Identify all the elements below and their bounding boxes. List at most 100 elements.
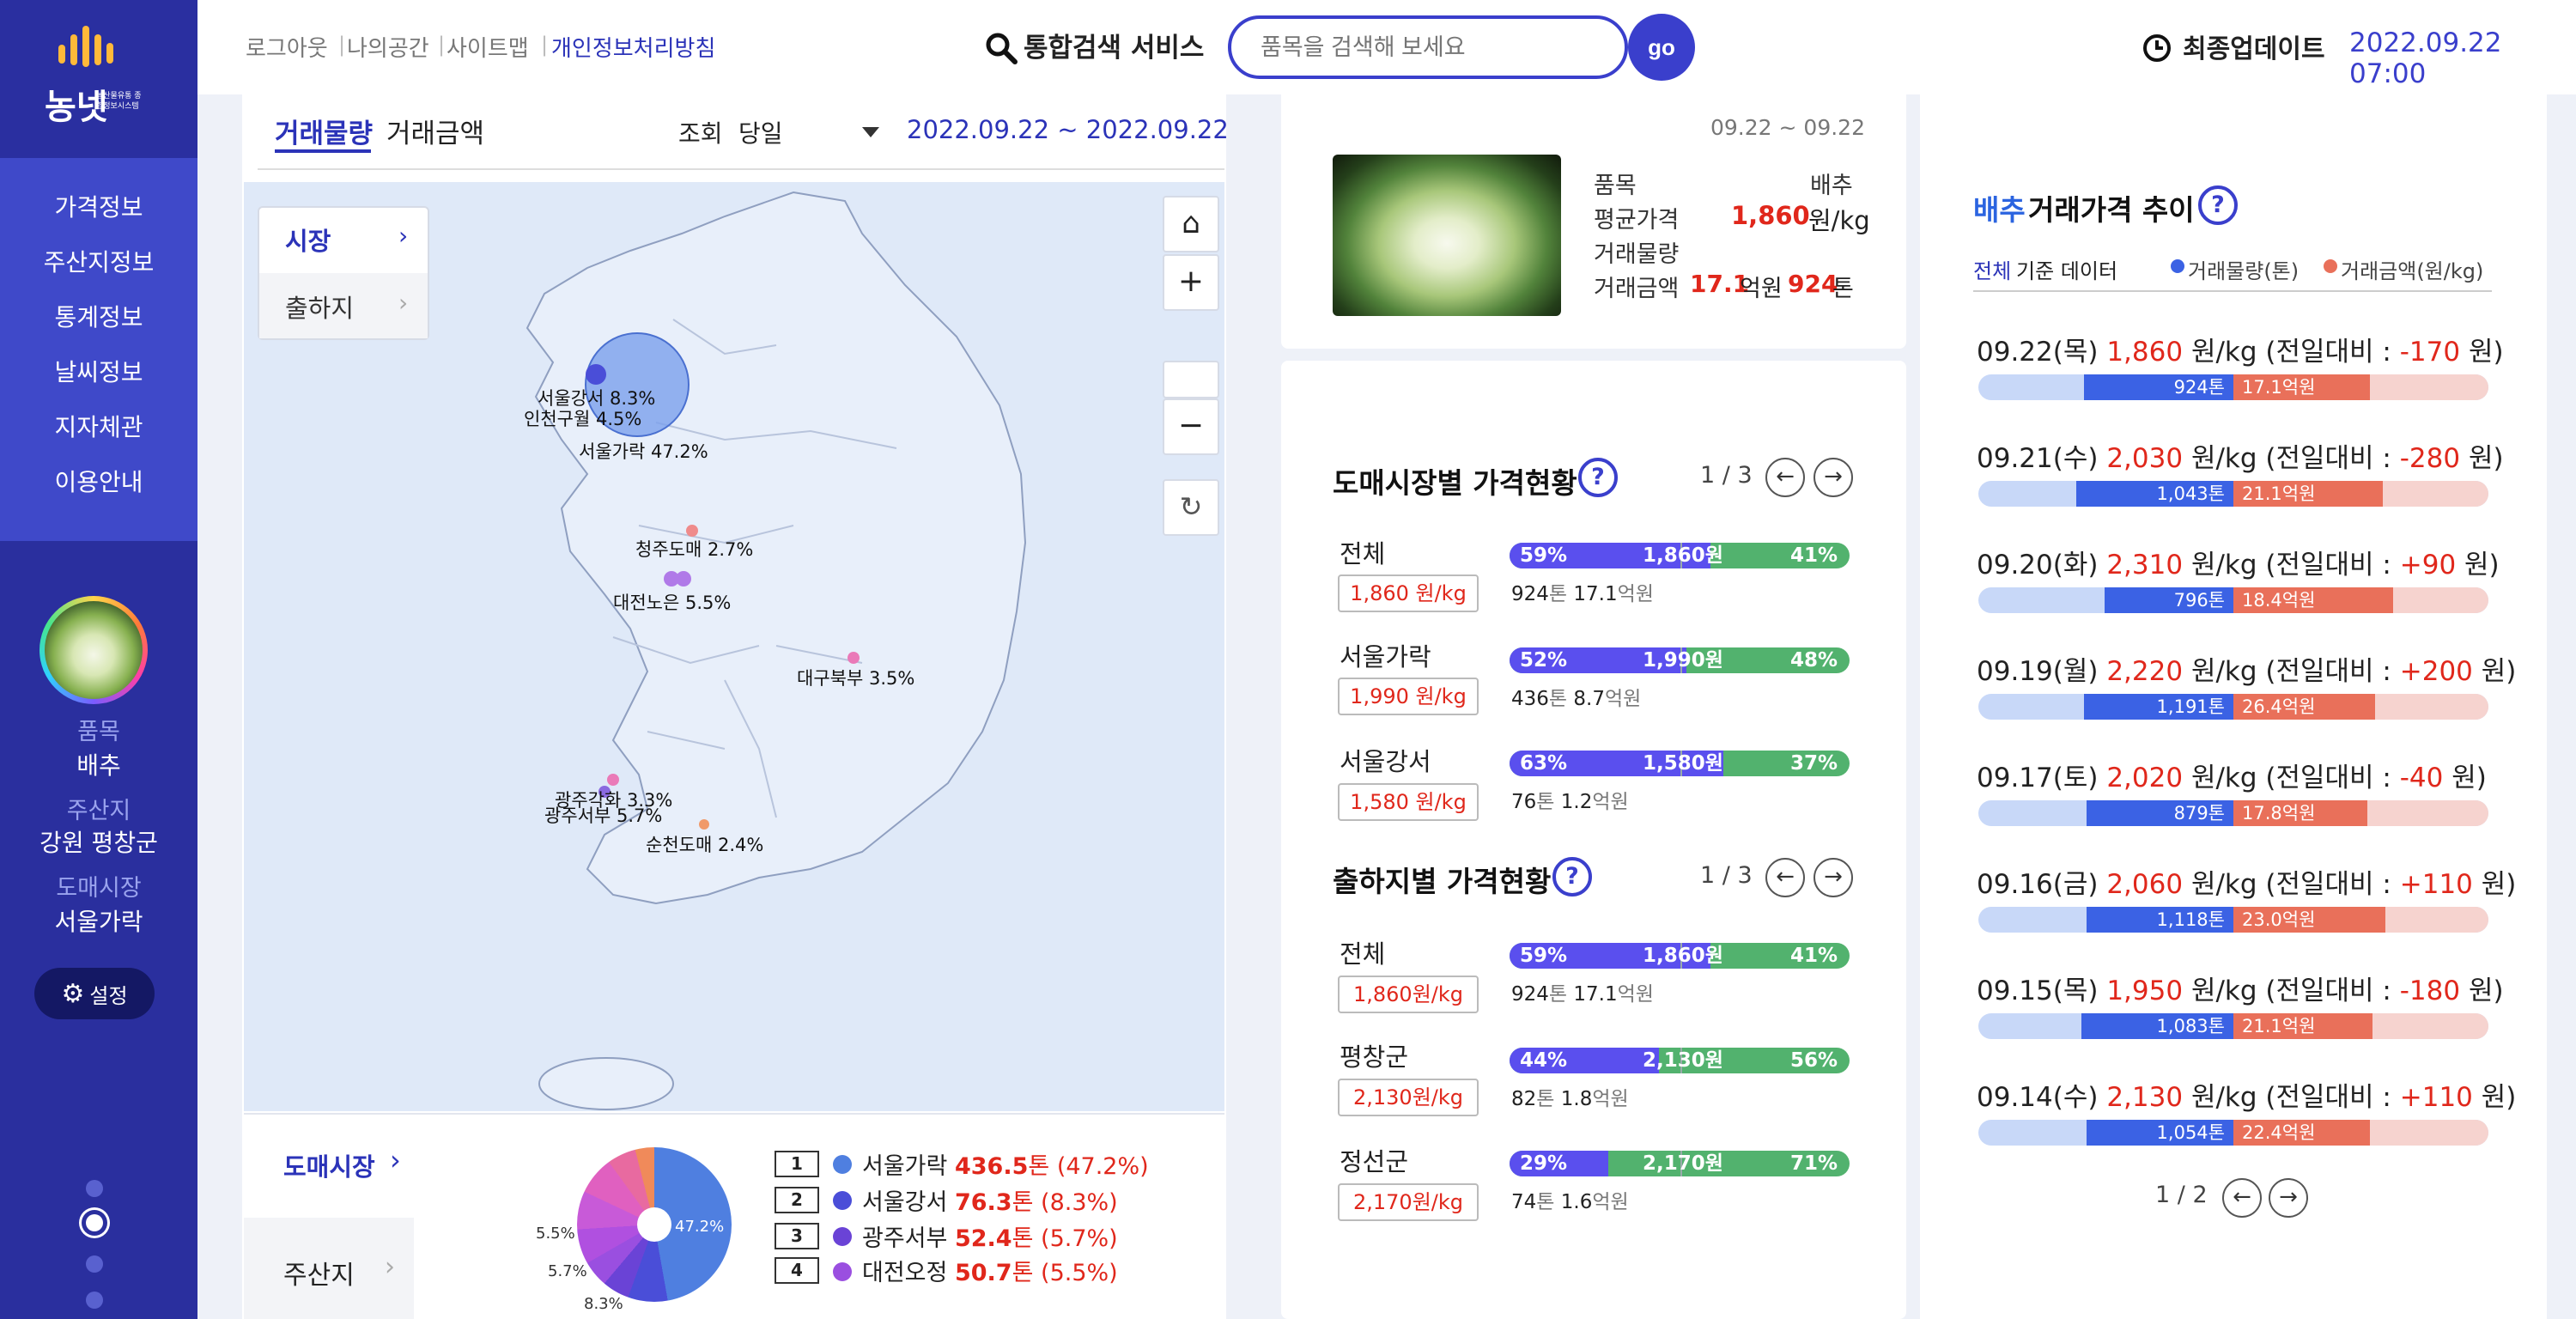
trend-diff-suffix: 원) <box>2468 337 2504 368</box>
trend-bar[interactable]: 879톤 17.8억원 <box>1978 800 2488 826</box>
search-input[interactable] <box>1228 15 1628 79</box>
origin-row-sub: 924톤 17.1억원 <box>1511 977 1654 1006</box>
summary-amt-label: 거래금액 <box>1594 276 1680 302</box>
logout-link[interactable]: 로그아웃 <box>246 31 328 63</box>
market-ratio-bar[interactable]: 52% 1,990원 48% <box>1510 647 1850 673</box>
trend-bar[interactable]: 1,191톤 26.4억원 <box>1978 694 2488 720</box>
map-tab-market[interactable]: 시장 <box>285 222 331 258</box>
trend-bar[interactable]: 1,054톤 22.4억원 <box>1978 1120 2488 1146</box>
help-icon[interactable]: ? <box>2198 185 2238 225</box>
legend-item-1[interactable]: 서울가락 436.5톤 (47.2%) <box>862 1147 1149 1181</box>
market-ratio-bar[interactable]: 59% 1,860원 41% <box>1510 543 1850 568</box>
legend-value: 76.3 <box>954 1189 1012 1216</box>
trend-bar[interactable]: 924톤 17.1억원 <box>1978 374 2488 400</box>
trend-bar[interactable]: 796톤 18.4억원 <box>1978 587 2488 613</box>
map-label-gwangju-seobu: 광주서부 5.7% <box>544 805 663 826</box>
bar-right-pct: 41% <box>1789 945 1838 967</box>
trend-row-line[interactable]: 09.20(화) 2,310 원/kg (전일대비 : +90 원) <box>1977 543 2500 581</box>
bottom-tab-market[interactable]: 도매시장 <box>283 1147 375 1183</box>
page-dot-4[interactable] <box>86 1292 103 1309</box>
origin-row-name: 평창군 <box>1340 1042 1409 1072</box>
trend-bar[interactable]: 1,083톤 21.1억원 <box>1978 1013 2488 1039</box>
tab-volume[interactable]: 거래물량 <box>275 112 373 150</box>
map-tab-origin[interactable]: 출하지 <box>285 289 354 325</box>
trend-row-line[interactable]: 09.16(금) 2,060 원/kg (전일대비 : +110 원) <box>1977 862 2516 901</box>
trend-unit: 원/kg <box>2190 869 2257 900</box>
trend-next-button[interactable]: → <box>2269 1178 2308 1218</box>
nav-item-origin[interactable]: 주산지정보 <box>0 244 197 278</box>
clock-icon <box>2143 34 2171 62</box>
trend-bar[interactable]: 1,043톤 21.1억원 <box>1978 481 2488 507</box>
trend-price: 2,060 <box>2106 869 2184 900</box>
nav-item-local-gov[interactable]: 지자체관 <box>0 409 197 443</box>
page-dot-1[interactable] <box>86 1180 103 1197</box>
trend-sub-all[interactable]: 전체 <box>1973 254 2011 284</box>
bar-right-pct: 56% <box>1789 1049 1838 1072</box>
page-dot-2-active[interactable] <box>86 1214 103 1231</box>
market-next-button[interactable]: → <box>1814 458 1853 497</box>
sub-amt: 1.2 <box>1560 791 1593 813</box>
trend-diff-prefix: (전일대비 : <box>2265 550 2391 580</box>
privacy-policy-link[interactable]: 개인정보처리방침 <box>551 31 715 63</box>
origin-ratio-bar[interactable]: 29% 2,170원 71% <box>1510 1151 1850 1176</box>
logo-subtitle: 농산물유통 종합정보시스템 <box>96 92 142 111</box>
zoom-slider[interactable] <box>1163 361 1219 398</box>
trend-amount-bar: 21.1억원 <box>2233 481 2383 507</box>
cabbage-avatar[interactable] <box>45 601 143 699</box>
bar-left-pct: 52% <box>1520 649 1568 672</box>
origin-next-button[interactable]: → <box>1814 858 1853 897</box>
trend-row-line[interactable]: 09.15(목) 1,950 원/kg (전일대비 : -180 원) <box>1977 969 2504 1007</box>
settings-button[interactable]: ⚙ 설정 <box>34 968 155 1019</box>
legend-item-2[interactable]: 서울강서 76.3톤 (8.3%) <box>862 1183 1118 1217</box>
map-refresh-button[interactable]: ↻ <box>1163 479 1219 536</box>
bottom-tab-origin[interactable]: 주산지 <box>283 1254 355 1292</box>
trend-volume-bar: 1,191톤 <box>2084 694 2233 720</box>
query-select[interactable]: 당일 <box>738 115 783 149</box>
trend-prev-button[interactable]: ← <box>2222 1178 2262 1218</box>
trend-row-line[interactable]: 09.22(목) 1,860 원/kg (전일대비 : -170 원) <box>1977 330 2504 368</box>
help-icon[interactable]: ? <box>1552 857 1592 897</box>
legend-rank: 2 <box>775 1187 819 1213</box>
trend-row-line[interactable]: 09.17(토) 2,020 원/kg (전일대비 : -40 원) <box>1977 756 2487 794</box>
chevron-down-icon[interactable] <box>862 127 879 137</box>
market-ratio-bar[interactable]: 63% 1,580원 37% <box>1510 751 1850 776</box>
zoom-out-button[interactable]: − <box>1163 398 1219 455</box>
map-home-button[interactable]: ⌂ <box>1163 196 1219 252</box>
legend-unit: 톤 <box>1028 1153 1050 1180</box>
origin-prev-button[interactable]: ← <box>1765 858 1805 897</box>
query-label: 조회 <box>678 119 723 148</box>
help-icon[interactable]: ? <box>1578 458 1618 497</box>
tab-amount[interactable]: 거래금액 <box>386 112 484 150</box>
chevron-right-icon: › <box>385 1252 395 1282</box>
trend-diff-suffix: 원) <box>2451 763 2487 793</box>
trend-row-line[interactable]: 09.21(수) 2,030 원/kg (전일대비 : -280 원) <box>1977 436 2504 475</box>
summary-vol-label: 거래물량 <box>1594 241 1680 268</box>
trend-diff: -170 <box>2399 337 2461 368</box>
trend-volume-bar: 879톤 <box>2087 800 2233 826</box>
trend-diff-prefix: (전일대비 : <box>2265 443 2391 474</box>
market-page-indicator: 1 / 3 <box>1700 462 1753 489</box>
nav-item-guide[interactable]: 이용안내 <box>0 464 197 498</box>
link-separator: | <box>338 33 346 57</box>
trend-diff: +110 <box>2399 869 2473 900</box>
market-prev-button[interactable]: ← <box>1765 458 1805 497</box>
logo[interactable]: 농넷 농산물유통 종합정보시스템 <box>0 0 197 158</box>
origin-ratio-bar[interactable]: 44% 2,130원 56% <box>1510 1048 1850 1073</box>
origin-ratio-bar[interactable]: 59% 1,860원 41% <box>1510 943 1850 969</box>
trend-diff-suffix: 원) <box>2464 550 2500 580</box>
legend-rank: 3 <box>775 1223 819 1249</box>
my-space-link[interactable]: 나의공간 <box>347 31 429 63</box>
legend-item-3[interactable]: 광주서부 52.4톤 (5.7%) <box>862 1219 1118 1253</box>
legend-item-4[interactable]: 대전오정 50.7톤 (5.5%) <box>862 1254 1118 1287</box>
trend-date: 09.21(수) <box>1977 443 2099 474</box>
trend-bar[interactable]: 1,118톤 23.0억원 <box>1978 907 2488 933</box>
search-go-button[interactable]: go <box>1628 14 1695 81</box>
sitemap-link[interactable]: 사이트맵 <box>447 31 529 63</box>
page-dot-3[interactable] <box>86 1255 103 1273</box>
zoom-in-button[interactable]: + <box>1163 254 1219 311</box>
nav-item-weather[interactable]: 날씨정보 <box>0 354 197 388</box>
trend-row-line[interactable]: 09.19(월) 2,220 원/kg (전일대비 : +200 원) <box>1977 649 2516 688</box>
trend-row-line[interactable]: 09.14(수) 2,130 원/kg (전일대비 : +110 원) <box>1977 1075 2516 1114</box>
nav-item-stats[interactable]: 통계정보 <box>0 299 197 333</box>
nav-item-price[interactable]: 가격정보 <box>0 189 197 223</box>
